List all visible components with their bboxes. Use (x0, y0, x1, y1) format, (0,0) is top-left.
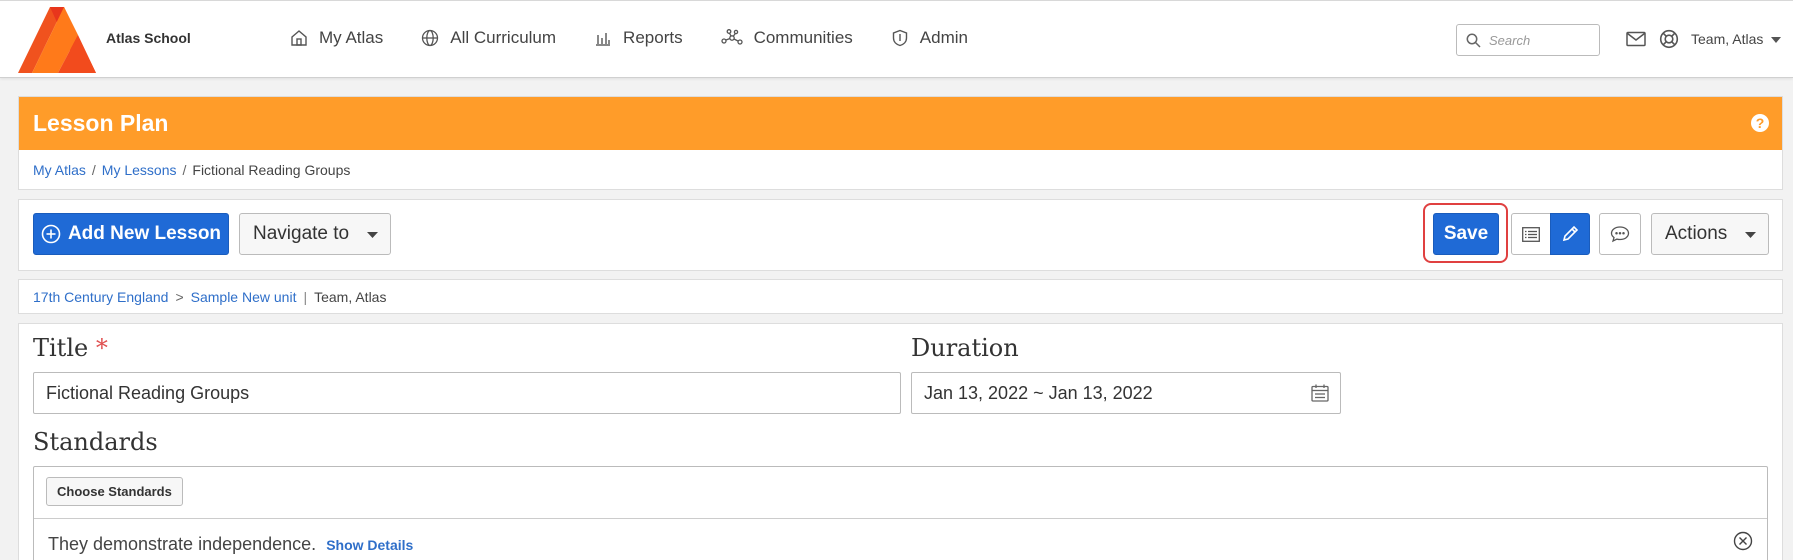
breadcrumb: My Atlas / My Lessons / Fictional Readin… (19, 150, 1782, 190)
nav-label: All Curriculum (450, 28, 557, 47)
breadcrumb-separator: > (175, 288, 184, 305)
lesson-form: Title * Duration Jan 13, 2022 ~ Jan 13, … (18, 323, 1783, 560)
breadcrumb-separator: / (91, 162, 96, 178)
navigate-to-label: Navigate to (253, 223, 350, 244)
svg-text:?: ? (1756, 115, 1765, 131)
breadcrumb-my-atlas[interactable]: My Atlas (33, 162, 86, 178)
search-icon (1466, 33, 1481, 48)
duration-value: Jan 13, 2022 ~ Jan 13, 2022 (924, 382, 1153, 403)
nav-item-all-curriculum[interactable]: All Curriculum (421, 28, 556, 48)
required-asterisk: * (95, 334, 108, 362)
shield-icon (892, 29, 907, 47)
nav-item-my-atlas[interactable]: My Atlas (290, 28, 383, 48)
top-navigation-bar: Atlas School My Atlas All Curriculum Rep… (0, 0, 1793, 78)
help-icon[interactable]: ? (1750, 113, 1770, 133)
breadcrumb-my-lessons[interactable]: My Lessons (102, 162, 177, 178)
list-icon (1522, 226, 1540, 242)
atlas-logo[interactable] (18, 7, 96, 73)
page-title: Lesson Plan (33, 110, 169, 136)
school-name: Atlas School (106, 30, 191, 46)
actions-dropdown[interactable]: Actions (1651, 213, 1769, 255)
add-new-lesson-label: Add New Lesson (67, 223, 222, 244)
comment-icon (1610, 226, 1630, 243)
unit-breadcrumb: 17th Century England > Sample New unit |… (18, 279, 1783, 314)
duration-label: Duration (911, 334, 1019, 362)
breadcrumb-divider: | (303, 288, 308, 305)
bar-chart-icon (596, 33, 611, 46)
title-label: Title * (33, 334, 108, 362)
globe-icon (422, 29, 439, 47)
mail-icon[interactable] (1626, 31, 1646, 47)
help-center-icon[interactable] (1659, 29, 1679, 49)
team-name: Team, Atlas (314, 288, 387, 305)
show-details-link[interactable]: Show Details (326, 537, 413, 553)
title-label-text: Title (33, 334, 89, 362)
main-nav: My Atlas All Curriculum Reports Communit… (290, 28, 1006, 48)
standards-panel: Choose Standards They demonstrate indepe… (33, 466, 1768, 560)
standards-label: Standards (33, 428, 158, 456)
remove-standard-icon[interactable] (1733, 531, 1753, 551)
nav-label: Reports (623, 28, 683, 47)
standard-text: They demonstrate independence. (48, 534, 317, 554)
page-title-bar: Lesson Plan ? (19, 97, 1782, 150)
chevron-down-icon (367, 232, 378, 238)
add-new-lesson-button[interactable]: Add New Lesson (33, 213, 229, 255)
chevron-down-icon[interactable] (1771, 37, 1781, 43)
actions-label: Actions (1665, 223, 1728, 244)
unit-link[interactable]: Sample New unit (191, 289, 297, 305)
nav-label: Admin (919, 28, 968, 47)
navigate-to-dropdown[interactable]: Navigate to (239, 213, 391, 255)
pencil-icon (1562, 225, 1579, 242)
save-button[interactable]: Save (1433, 213, 1499, 255)
lesson-toolbar: Add New Lesson Navigate to Save Actions (18, 199, 1783, 271)
nav-label: Communities (753, 28, 853, 47)
nav-item-communities[interactable]: Communities (720, 28, 853, 48)
comments-button[interactable] (1599, 213, 1641, 255)
divider (34, 518, 1767, 519)
breadcrumb-current: Fictional Reading Groups (192, 162, 351, 178)
course-link[interactable]: 17th Century England (33, 289, 168, 305)
standard-item: They demonstrate independence. Show Deta… (48, 534, 413, 555)
plus-circle-icon (41, 224, 61, 244)
search-input[interactable] (1489, 32, 1589, 48)
nav-item-admin[interactable]: Admin (891, 28, 968, 48)
user-name[interactable]: Team, Atlas (1691, 31, 1763, 47)
nav-item-reports[interactable]: Reports (594, 28, 683, 48)
search-box[interactable] (1456, 24, 1600, 56)
home-icon (291, 30, 307, 46)
lesson-plan-header: Lesson Plan ? My Atlas / My Lessons / Fi… (18, 96, 1783, 190)
calendar-icon[interactable] (1310, 383, 1330, 403)
edit-mode-button[interactable] (1550, 213, 1590, 255)
list-view-button[interactable] (1511, 213, 1551, 255)
duration-date-range-field[interactable]: Jan 13, 2022 ~ Jan 13, 2022 (911, 372, 1341, 414)
breadcrumb-separator: / (182, 162, 187, 178)
chevron-down-icon (1745, 232, 1756, 238)
title-input[interactable] (33, 372, 901, 414)
choose-standards-button[interactable]: Choose Standards (46, 477, 183, 506)
network-icon (720, 29, 743, 45)
nav-label: My Atlas (319, 28, 384, 47)
